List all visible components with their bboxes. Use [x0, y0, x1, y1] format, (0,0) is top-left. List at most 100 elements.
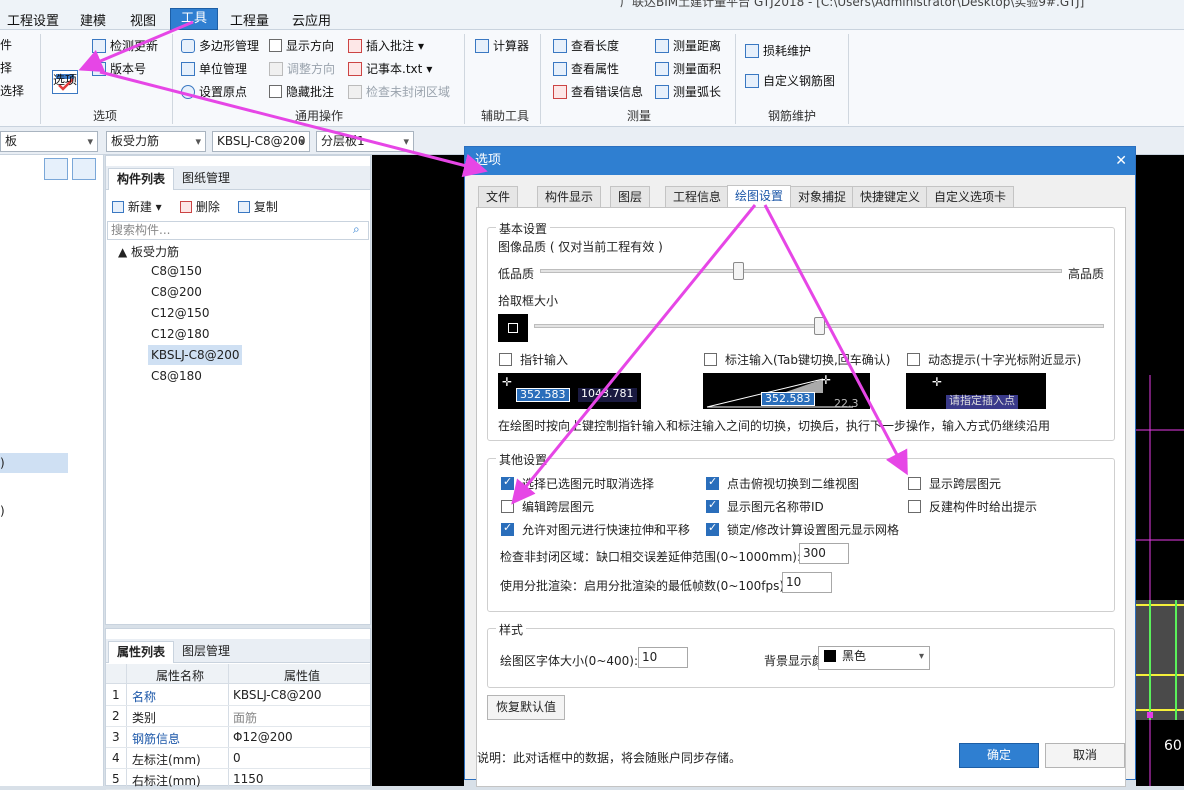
- menu-view[interactable]: 视图: [130, 10, 156, 29]
- cancel-selected-checkbox[interactable]: 选择已选图元时取消选择: [501, 475, 654, 492]
- menu-modeling[interactable]: 建模: [80, 10, 106, 29]
- list-item[interactable]: C8@200: [151, 285, 202, 299]
- view-length-button[interactable]: 查看长度: [553, 37, 619, 54]
- polygon-manage-button[interactable]: 多边形管理: [181, 37, 259, 54]
- row-number: 1: [112, 688, 120, 702]
- menu-project-settings[interactable]: 工程设置: [7, 10, 59, 29]
- list-item[interactable]: C8@180: [151, 369, 202, 383]
- menu-cloud[interactable]: 云应用: [292, 10, 331, 29]
- list-item[interactable]: C8@150: [151, 264, 202, 278]
- ribbon-left-partial-1[interactable]: 件: [0, 36, 12, 53]
- options-button[interactable]: 选项: [53, 71, 77, 88]
- lock-grid-checkbox[interactable]: 锁定/修改计算设置图元显示网格: [706, 521, 899, 538]
- drawing-canvas-right[interactable]: 60: [1136, 155, 1184, 786]
- image-quality-thumb[interactable]: [733, 262, 745, 280]
- list-item[interactable]: C12@150: [151, 306, 210, 320]
- restore-default-button[interactable]: 恢复默认值: [487, 695, 565, 720]
- font-size-input[interactable]: 10: [638, 647, 688, 668]
- tab-component-display[interactable]: 构件显示: [537, 186, 602, 208]
- options-dialog: 选项 ✕ 文件 构件显示 图层 工程信息 绘图设置 对象捕捉 快捷键定义 自定义…: [464, 146, 1136, 787]
- tab-drawing-manage[interactable]: 图纸管理: [174, 168, 238, 190]
- view-property-button[interactable]: 查看属性: [553, 60, 619, 77]
- tab-drawing-settings[interactable]: 绘图设置: [727, 185, 792, 209]
- quick-stretch-checkbox[interactable]: 允许对图元进行快速拉伸和平移: [501, 521, 690, 538]
- batch-render-input[interactable]: 10: [782, 572, 832, 593]
- bg-color-select[interactable]: 黑色 ▾: [818, 646, 930, 670]
- insert-annotation-button[interactable]: 插入批注 ▾: [348, 37, 424, 54]
- input-tip: 在绘图时按向上键控制指针输入和标注输入之间的切换，切换后，执行下一步操作，输入方…: [498, 419, 1051, 433]
- dynamic-hint-checkbox[interactable]: 动态提示(十字光标附近显示): [907, 351, 1081, 368]
- cancel-button[interactable]: 取消: [1045, 743, 1125, 768]
- new-button[interactable]: 新建 ▾: [112, 198, 162, 215]
- ok-button[interactable]: 确定: [959, 743, 1039, 768]
- nav-item[interactable]: ): [0, 504, 5, 518]
- measure-area-button[interactable]: 测量面积: [655, 60, 721, 77]
- tab-layer[interactable]: 图层: [610, 186, 651, 208]
- measure-arc-button[interactable]: 测量弧长: [655, 83, 721, 100]
- close-icon[interactable]: ✕: [1115, 147, 1127, 175]
- property-name: 右标注(mm): [132, 774, 201, 788]
- hide-annotation-checkbox[interactable]: 隐藏批注: [269, 83, 334, 100]
- dialog-titlebar: 选项 ✕: [465, 147, 1135, 175]
- canvas-grid-drawing: [1136, 375, 1184, 786]
- measure-distance-button[interactable]: 测量距离: [655, 37, 721, 54]
- edit-cross-layer-checkbox[interactable]: 编辑跨层图元: [501, 498, 594, 515]
- tab-layer-manage[interactable]: 图层管理: [174, 641, 238, 663]
- tab-custom[interactable]: 自定义选项卡: [926, 186, 1015, 208]
- tab-project-info[interactable]: 工程信息: [665, 186, 730, 208]
- floor-type-select[interactable]: 板: [0, 131, 98, 152]
- search-icon[interactable]: ⌕: [353, 222, 360, 237]
- nav-item[interactable]: ): [0, 456, 5, 470]
- table-row[interactable]: 5 右标注(mm) 1150: [106, 769, 370, 790]
- layer-select[interactable]: 分层板1: [316, 131, 414, 152]
- unit-manage-button[interactable]: 单位管理: [181, 60, 247, 77]
- component-select[interactable]: KBSLJ-C8@200: [212, 131, 310, 152]
- table-row[interactable]: 4 左标注(mm) 0: [106, 748, 370, 769]
- component-type-select[interactable]: 板受力筋: [106, 131, 206, 152]
- check-unclosed-input[interactable]: 300: [799, 543, 849, 564]
- notepad-button[interactable]: 记事本.txt ▾: [348, 60, 432, 77]
- show-name-id-checkbox[interactable]: 显示图元名称带ID: [706, 498, 824, 515]
- show-cross-layer-checkbox[interactable]: 显示跨层图元: [908, 475, 1001, 492]
- table-row[interactable]: 1 名称 KBSLJ-C8@200: [106, 685, 370, 706]
- calculator-button[interactable]: 计算器: [475, 37, 529, 54]
- click-topview-checkbox[interactable]: 点击俯视切换到二维视图: [706, 475, 859, 492]
- loss-maintain-button[interactable]: 损耗维护: [745, 42, 811, 59]
- pointer-input-checkbox[interactable]: 指针输入: [499, 351, 568, 368]
- delete-button[interactable]: 删除: [180, 198, 220, 215]
- ribbon-left-partial-3[interactable]: 选择: [0, 82, 24, 99]
- view-error-button[interactable]: 查看错误信息: [553, 83, 643, 100]
- list-item-selected[interactable]: KBSLJ-C8@200: [151, 348, 240, 362]
- style-title: 样式: [496, 621, 527, 638]
- pick-box-thumb[interactable]: [814, 317, 825, 335]
- table-row[interactable]: 2 类别 面筋: [106, 706, 370, 727]
- check-update-button[interactable]: 检测更新: [92, 37, 158, 54]
- custom-rebar-button[interactable]: 自定义钢筋图: [745, 72, 835, 89]
- reverse-build-hint-checkbox[interactable]: 反建构件时给出提示: [908, 498, 1037, 515]
- list-item[interactable]: C12@180: [151, 327, 210, 341]
- copy-button[interactable]: 复制: [238, 198, 278, 215]
- measure-area-icon: [655, 61, 669, 76]
- dim-input-checkbox[interactable]: 标注输入(Tab键切换,回车确认): [704, 351, 891, 368]
- tab-file[interactable]: 文件: [478, 186, 519, 208]
- tab-component-list[interactable]: 构件列表: [108, 168, 175, 190]
- menu-quantity[interactable]: 工程量: [230, 10, 269, 29]
- tab-property-list[interactable]: 属性列表: [108, 641, 175, 663]
- image-quality-label: 图像品质 ( 仅对当前工程有效 ): [498, 240, 663, 254]
- ribbon-left-partial-2[interactable]: 择: [0, 59, 12, 76]
- image-quality-slider[interactable]: [540, 269, 1062, 273]
- menu-tools[interactable]: 工具: [170, 8, 218, 30]
- drawing-canvas-left[interactable]: [372, 155, 464, 786]
- grid-view-icon[interactable]: [72, 158, 96, 180]
- set-origin-button[interactable]: 设置原点: [181, 83, 247, 100]
- tab-shortcut[interactable]: 快捷键定义: [852, 186, 929, 208]
- canvas-dimension: 60: [1164, 738, 1182, 754]
- list-view-icon[interactable]: [44, 158, 68, 180]
- notepad-icon: [348, 61, 362, 76]
- search-input[interactable]: 搜索构件...: [107, 221, 369, 240]
- show-direction-checkbox[interactable]: 显示方向: [269, 37, 334, 54]
- version-button[interactable]: 版本号: [92, 60, 146, 77]
- tab-object-snap[interactable]: 对象捕捉: [790, 186, 855, 208]
- tree-root[interactable]: ▲ 板受力筋: [118, 243, 179, 260]
- table-row[interactable]: 3 钢筋信息 Φ12@200: [106, 727, 370, 748]
